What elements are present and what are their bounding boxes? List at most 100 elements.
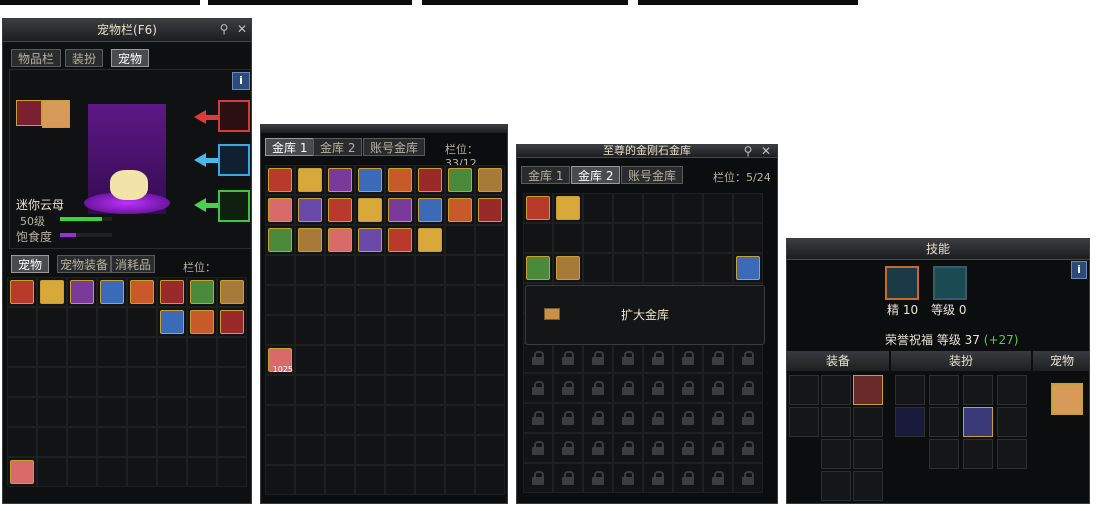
inventory-slot[interactable] <box>703 403 733 433</box>
inventory-slot[interactable] <box>673 193 703 223</box>
inventory-slot[interactable] <box>265 285 295 315</box>
inventory-slot[interactable] <box>187 397 217 427</box>
inventory-slot[interactable] <box>7 337 37 367</box>
inventory-slot[interactable] <box>385 315 415 345</box>
inventory-slot[interactable] <box>385 435 415 465</box>
close-icon[interactable]: ✕ <box>759 145 773 158</box>
inventory-slot[interactable] <box>7 307 37 337</box>
inventory-slot[interactable] <box>127 397 157 427</box>
inventory-slot[interactable] <box>643 373 673 403</box>
pet-equip-red[interactable] <box>218 100 250 132</box>
subtab-pet-equip[interactable]: 宠物装备 <box>57 255 112 273</box>
inventory-slot[interactable] <box>187 277 217 307</box>
inventory-slot[interactable] <box>445 315 475 345</box>
inventory-slot[interactable] <box>553 433 583 463</box>
inventory-slot[interactable] <box>613 373 643 403</box>
inventory-slot[interactable] <box>127 337 157 367</box>
equip-slot[interactable] <box>821 375 851 405</box>
inventory-slot[interactable] <box>415 165 445 195</box>
inventory-slot[interactable] <box>295 285 325 315</box>
inventory-slot[interactable] <box>673 253 703 283</box>
inventory-slot[interactable] <box>157 457 187 487</box>
inventory-slot[interactable] <box>475 165 505 195</box>
inventory-slot[interactable] <box>583 343 613 373</box>
inventory-slot[interactable] <box>295 225 325 255</box>
inventory-slot[interactable] <box>217 367 247 397</box>
pet-slot[interactable] <box>1051 383 1083 415</box>
inventory-slot[interactable] <box>355 225 385 255</box>
vault1-tab-account[interactable]: 账号金库 <box>363 138 426 156</box>
inventory-slot[interactable] <box>475 315 505 345</box>
equip-slot[interactable] <box>821 439 851 469</box>
inventory-slot[interactable] <box>37 367 67 397</box>
inventory-slot[interactable] <box>67 397 97 427</box>
outfit-slot[interactable] <box>997 407 1027 437</box>
inventory-slot[interactable] <box>355 405 385 435</box>
inventory-slot[interactable] <box>127 457 157 487</box>
inventory-slot[interactable] <box>325 195 355 225</box>
close-icon[interactable]: ✕ <box>235 22 249 36</box>
inventory-slot[interactable] <box>127 277 157 307</box>
inventory-slot[interactable] <box>643 433 673 463</box>
inventory-slot[interactable] <box>415 345 445 375</box>
vault2-tab-1[interactable]: 金库 1 <box>521 166 571 184</box>
outfit-slot[interactable] <box>929 407 959 437</box>
outfit-slot[interactable] <box>895 407 925 437</box>
inventory-slot[interactable] <box>295 435 325 465</box>
inventory-slot[interactable] <box>127 307 157 337</box>
pet-equip-green[interactable] <box>218 190 250 222</box>
expand-vault-button[interactable]: 扩大金库 <box>525 285 765 345</box>
inventory-slot[interactable] <box>445 405 475 435</box>
inventory-slot[interactable] <box>265 435 295 465</box>
inventory-slot[interactable] <box>385 375 415 405</box>
tab-pet[interactable]: 宠物 <box>111 49 150 67</box>
inventory-slot[interactable] <box>673 403 703 433</box>
equip-slot[interactable] <box>821 471 851 501</box>
inventory-slot[interactable] <box>265 465 295 495</box>
inventory-slot[interactable] <box>703 373 733 403</box>
inventory-slot[interactable] <box>475 435 505 465</box>
inventory-slot[interactable] <box>295 375 325 405</box>
inventory-slot[interactable] <box>157 367 187 397</box>
inventory-slot[interactable] <box>733 193 763 223</box>
outfit-slot[interactable] <box>929 439 959 469</box>
inventory-slot[interactable] <box>643 343 673 373</box>
inventory-slot[interactable] <box>475 285 505 315</box>
inventory-slot[interactable] <box>703 193 733 223</box>
vault2-tab-2[interactable]: 金库 2 <box>571 166 621 184</box>
subtab-pet[interactable]: 宠物 <box>11 255 50 273</box>
inventory-slot[interactable] <box>733 223 763 253</box>
pin-icon[interactable]: ⚲ <box>217 22 231 36</box>
inventory-slot[interactable] <box>553 223 583 253</box>
inventory-slot[interactable] <box>127 367 157 397</box>
inventory-slot[interactable] <box>37 457 67 487</box>
inventory-slot[interactable] <box>385 465 415 495</box>
inventory-slot[interactable] <box>415 225 445 255</box>
outfit-slot[interactable] <box>997 375 1027 405</box>
inventory-slot[interactable] <box>157 337 187 367</box>
inventory-slot[interactable] <box>265 375 295 405</box>
skill-slot-refine[interactable] <box>885 266 919 300</box>
inventory-slot[interactable] <box>583 463 613 493</box>
inventory-slot[interactable] <box>733 433 763 463</box>
inventory-slot[interactable] <box>355 165 385 195</box>
inventory-slot[interactable] <box>583 433 613 463</box>
inventory-slot[interactable] <box>157 427 187 457</box>
inventory-slot[interactable] <box>97 397 127 427</box>
inventory-slot[interactable] <box>37 337 67 367</box>
inventory-slot[interactable] <box>415 285 445 315</box>
inventory-slot[interactable] <box>733 403 763 433</box>
equip-slot[interactable] <box>853 439 883 469</box>
inventory-slot[interactable] <box>385 405 415 435</box>
inventory-slot[interactable] <box>553 253 583 283</box>
inventory-slot[interactable] <box>703 223 733 253</box>
inventory-slot[interactable] <box>97 337 127 367</box>
outfit-slot[interactable] <box>963 407 993 437</box>
inventory-slot[interactable] <box>583 253 613 283</box>
inventory-slot[interactable] <box>295 195 325 225</box>
inventory-slot[interactable] <box>295 405 325 435</box>
inventory-slot[interactable] <box>217 307 247 337</box>
inventory-slot[interactable] <box>385 195 415 225</box>
inventory-slot[interactable] <box>733 253 763 283</box>
inventory-slot[interactable] <box>583 223 613 253</box>
